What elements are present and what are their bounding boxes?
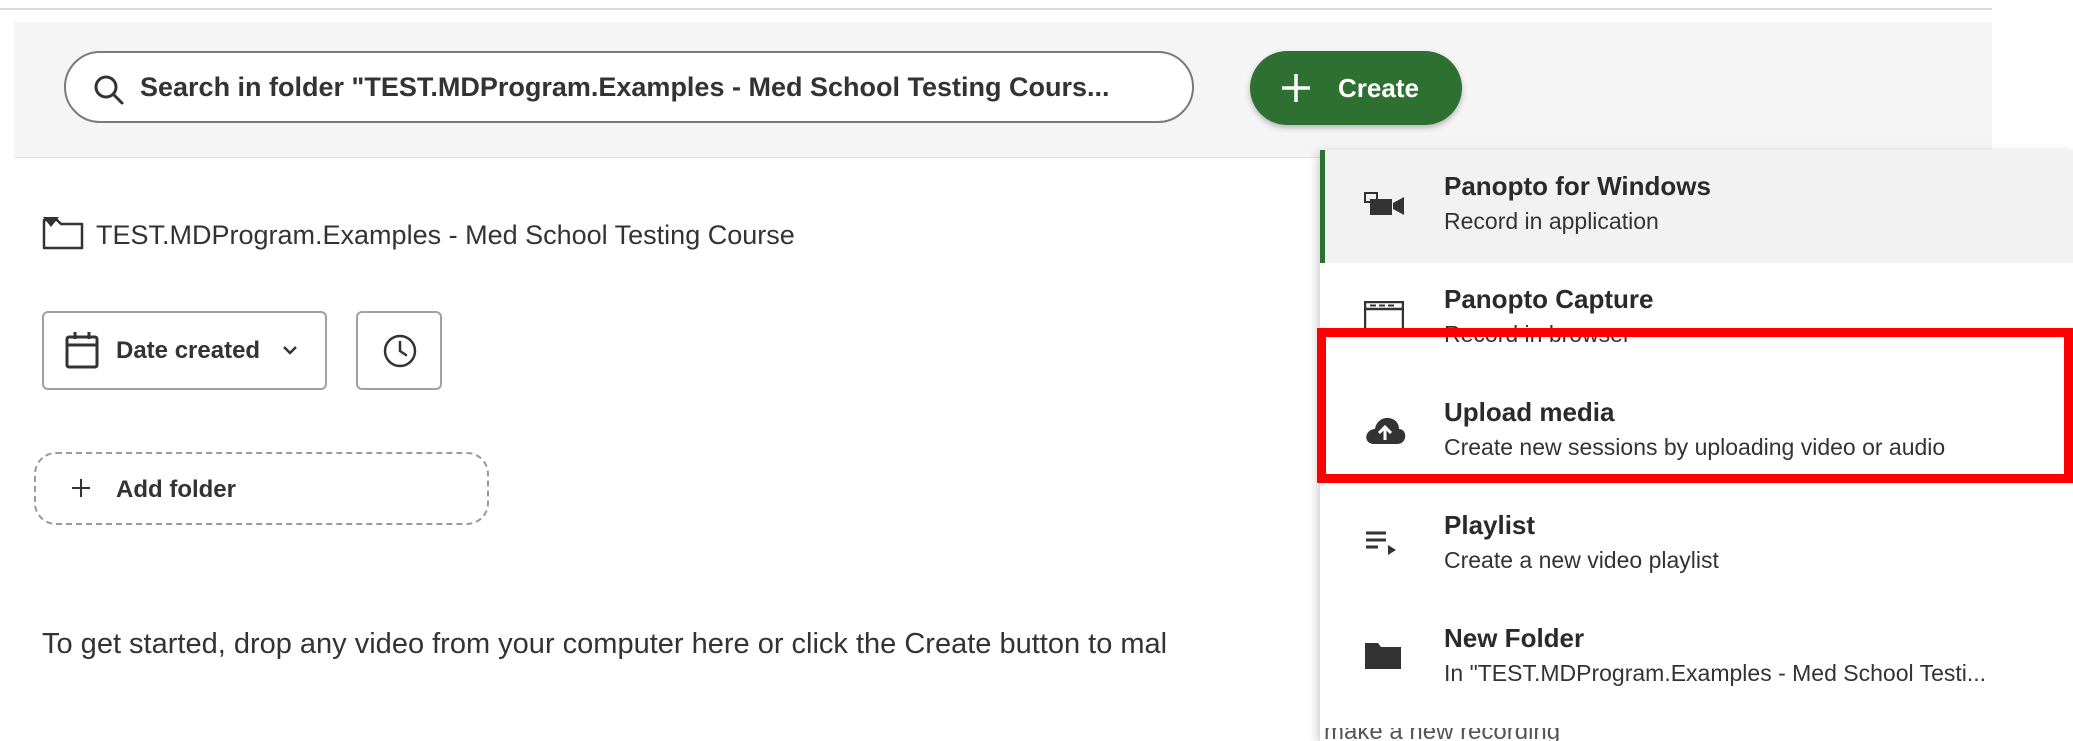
page: Create TEST.MDProgram.Examples - Med Sch… xyxy=(0,0,2073,741)
search-input[interactable] xyxy=(140,65,1160,109)
sort-dropdown[interactable]: Date created xyxy=(42,311,327,390)
calendar-icon xyxy=(65,332,99,369)
search-box[interactable] xyxy=(64,51,1194,123)
clock-icon xyxy=(383,334,417,368)
menu-item-panopto-capture[interactable]: Panopto Capture Record in browser xyxy=(1320,263,2073,376)
menu-item-description: Create new sessions by uploading video o… xyxy=(1444,434,1946,460)
menu-item-title: Upload media xyxy=(1444,397,1615,427)
add-folder-button[interactable]: Add folder xyxy=(34,452,489,525)
create-menu: Panopto for Windows Record in applicatio… xyxy=(1320,150,2073,741)
menu-item-title: Playlist xyxy=(1444,510,1536,540)
sort-label: Date created xyxy=(116,337,261,364)
obscured-text-line: make a new recording xyxy=(1324,728,1560,741)
plus-icon xyxy=(1282,74,1310,102)
menu-item-upload-media[interactable]: Upload media Create new sessions by uplo… xyxy=(1320,376,2073,489)
menu-item-description: Record in browser xyxy=(1444,321,1631,347)
folder-name: TEST.MDProgram.Examples - Med School Tes… xyxy=(96,220,795,250)
add-folder-label: Add folder xyxy=(116,476,236,503)
playlist-icon xyxy=(1366,531,1396,555)
menu-item-title: New Folder xyxy=(1444,623,1585,653)
plus-icon xyxy=(72,479,90,497)
chevron-down-icon xyxy=(283,346,297,355)
menu-item-title: Panopto for Windows xyxy=(1444,171,1711,201)
folder-icon xyxy=(1365,643,1401,669)
top-divider xyxy=(0,8,1992,10)
search-icon xyxy=(94,75,124,105)
menu-item-description: Record in application xyxy=(1444,208,1659,234)
menu-item-new-folder[interactable]: New Folder In "TEST.MDProgram.Examples -… xyxy=(1320,602,2073,715)
menu-item-panopto-for-windows[interactable]: Panopto for Windows Record in applicatio… xyxy=(1320,150,2073,263)
cloud-upload-icon xyxy=(1366,417,1406,444)
menu-item-title: Panopto Capture xyxy=(1444,284,1654,314)
obscured-text: make a new recording xyxy=(1320,728,1650,741)
browser-window-icon xyxy=(1364,301,1404,331)
create-button[interactable]: Create xyxy=(1250,51,1462,125)
video-camera-icon xyxy=(1364,192,1404,215)
empty-state-message: To get started, drop any video from your… xyxy=(42,628,1168,660)
menu-item-description: Create a new video playlist xyxy=(1444,547,1719,573)
menu-item-playlist[interactable]: Playlist Create a new video playlist xyxy=(1320,489,2073,602)
history-button[interactable] xyxy=(356,311,442,390)
caret-down-icon[interactable] xyxy=(42,216,60,228)
menu-item-description: In "TEST.MDProgram.Examples - Med School… xyxy=(1444,660,1987,686)
create-button-label: Create xyxy=(1338,73,1419,103)
